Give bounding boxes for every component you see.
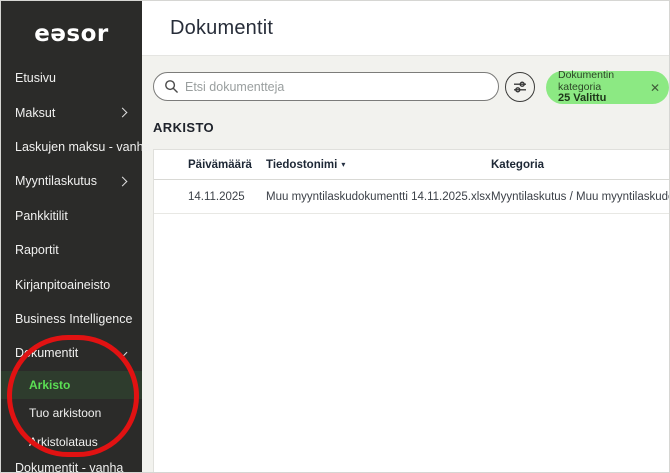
- table-header-row: Päivämäärä Tiedostonimi ▾ Kategoria: [154, 150, 669, 180]
- content-area: Dokumentin kategoria 25 Valittu ✕ ARKIST…: [142, 56, 669, 472]
- sidebar-item-label: Etusivu: [15, 71, 56, 86]
- sidebar-item-laskujen-maksu-vanha[interactable]: Laskujen maksu - vanha: [1, 130, 151, 164]
- chevron-right-icon: [117, 107, 128, 118]
- cell-category: Myyntilaskutus / Muu myyntilaskudokum: [491, 190, 669, 203]
- archive-section-title: ARKISTO: [153, 120, 215, 135]
- sidebar-item-etusivu[interactable]: Etusivu: [1, 61, 142, 95]
- sidebar-item-dokumentit[interactable]: Dokumentit: [1, 336, 142, 370]
- sidebar-item-raportit[interactable]: Raportit: [1, 233, 142, 267]
- sidebar-item-label: Tuo arkistoon: [29, 406, 102, 421]
- chevron-down-icon: [117, 347, 128, 358]
- sidebar-item-business-intelligence[interactable]: Business Intelligence: [1, 302, 142, 336]
- sidebar-item-label: Pankkitilit: [15, 208, 68, 223]
- main-area: Dokumentit Dokumentin: [142, 1, 669, 472]
- page-title: Dokumentit: [170, 16, 274, 39]
- chevron-right-icon: [117, 176, 128, 187]
- cell-date: 14.11.2025: [188, 190, 245, 203]
- page-header: Dokumentit: [142, 1, 669, 56]
- search-box[interactable]: [153, 72, 499, 101]
- archive-table: Päivämäärä Tiedostonimi ▾ Kategoria 14.11…: [153, 149, 669, 472]
- chip-text: Dokumentin kategoria 25 Valittu: [558, 70, 644, 105]
- filter-sliders-icon: [514, 81, 526, 93]
- col-header-filename-label: Tiedostonimi: [266, 158, 338, 171]
- col-header-category[interactable]: Kategoria: [491, 159, 669, 171]
- sidebar-item-label: Maksut: [15, 105, 56, 120]
- sidebar-item-label: Laskujen maksu - vanha: [15, 139, 151, 154]
- sidebar-menu: Etusivu Maksut Laskujen maksu - vanha My…: [1, 61, 151, 473]
- easor-logo: eǝsor: [34, 21, 109, 47]
- search-icon: [165, 80, 178, 93]
- sidebar-item-label: Kirjanpitoaineisto: [15, 277, 111, 292]
- sidebar-item-label: Dokumentit: [15, 346, 79, 361]
- chip-label: Dokumentin kategoria: [558, 69, 615, 93]
- sidebar-item-label: Raportit: [15, 243, 59, 258]
- sidebar-item-arkistolataus[interactable]: Arkistolataus: [1, 428, 142, 457]
- chip-value: 25 Valittu: [558, 92, 607, 105]
- sidebar-item-maksut[interactable]: Maksut: [1, 95, 142, 129]
- col-header-date[interactable]: Päivämäärä: [188, 159, 266, 171]
- app-window: eǝsor Etusivu Maksut Laskujen maksu - va…: [0, 0, 670, 473]
- sidebar-item-label: Arkistolataus: [29, 435, 98, 449]
- chip-close-icon[interactable]: ✕: [644, 81, 660, 95]
- table-row[interactable]: 14.11.2025 Muu myyntilaskudokumentti 14.…: [154, 180, 669, 214]
- col-header-filename[interactable]: Tiedostonimi ▾: [266, 159, 491, 171]
- filter-button[interactable]: [505, 72, 535, 102]
- sidebar-item-kirjanpitoaineisto[interactable]: Kirjanpitoaineisto: [1, 267, 142, 301]
- sidebar: eǝsor Etusivu Maksut Laskujen maksu - va…: [1, 1, 151, 473]
- sidebar-item-myyntilaskutus[interactable]: Myyntilaskutus: [1, 164, 142, 198]
- sidebar-item-label: Dokumentit - vanha: [15, 461, 124, 473]
- sidebar-item-label: Arkisto: [29, 377, 71, 392]
- sidebar-item-label: Myyntilaskutus: [15, 174, 97, 189]
- search-input[interactable]: [185, 79, 488, 94]
- sidebar-item-label: Business Intelligence: [15, 311, 133, 326]
- sidebar-item-dokumentit-vanha[interactable]: Dokumentit - vanha: [1, 456, 142, 473]
- cell-filename: Muu myyntilaskudokumentti 14.11.2025.xls…: [266, 190, 491, 203]
- sort-desc-icon: ▾: [341, 159, 346, 169]
- sidebar-item-arkisto[interactable]: Arkisto: [1, 370, 142, 400]
- sidebar-item-pankkitilit[interactable]: Pankkitilit: [1, 199, 142, 233]
- category-filter-chip[interactable]: Dokumentin kategoria 25 Valittu ✕: [546, 70, 669, 105]
- sidebar-item-tuo-arkistoon[interactable]: Tuo arkistoon: [1, 399, 142, 428]
